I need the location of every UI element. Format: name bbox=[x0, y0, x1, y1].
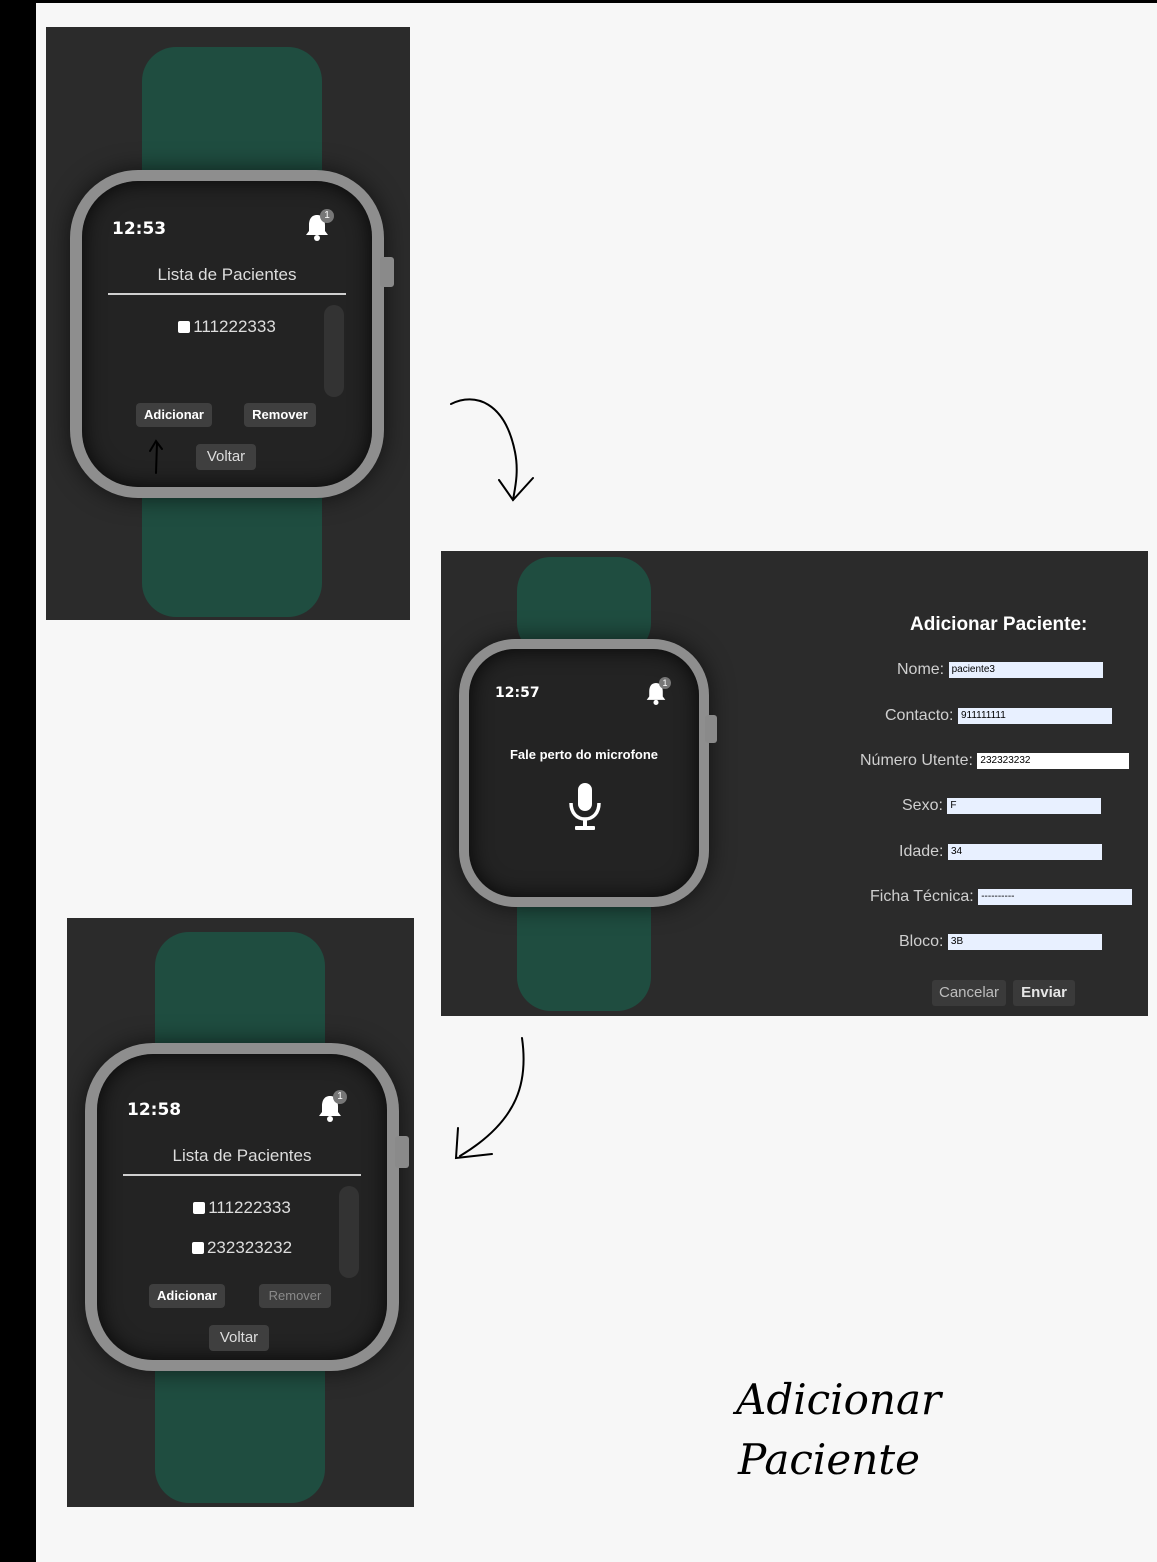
contact-field[interactable]: 911111111 bbox=[957, 707, 1112, 724]
notification-count-badge: 1 bbox=[333, 1090, 347, 1104]
block-field[interactable]: 3B bbox=[947, 933, 1102, 950]
notification-count-badge: 1 bbox=[659, 677, 671, 689]
title-divider bbox=[108, 293, 346, 295]
patient-list-item[interactable]: 232323232 bbox=[97, 1238, 387, 1258]
form-title: Adicionar Paciente: bbox=[910, 614, 1088, 635]
flow-arrow-icon bbox=[450, 398, 534, 502]
notification-bell[interactable]: 1 bbox=[317, 1090, 351, 1124]
watch-crown[interactable] bbox=[380, 257, 394, 287]
block-label: Bloco: bbox=[899, 933, 944, 950]
utente-number-field[interactable]: 232323232 bbox=[977, 752, 1130, 769]
notification-count-badge: 1 bbox=[320, 209, 334, 223]
utente-number-label: Número Utente: bbox=[860, 752, 973, 769]
remove-button[interactable]: Remover bbox=[259, 1284, 331, 1308]
age-label: Idade: bbox=[899, 843, 944, 860]
watch-panel-list-before: 12:53 1 Lista de Pacientes 111222333 Adi… bbox=[46, 27, 410, 620]
note-line-1: Adicionar bbox=[736, 1375, 942, 1424]
age-field[interactable]: 34 bbox=[947, 843, 1102, 860]
add-button[interactable]: Adicionar bbox=[149, 1284, 225, 1308]
patient-number: 111222333 bbox=[193, 317, 276, 336]
sex-field[interactable]: F bbox=[947, 797, 1102, 814]
handwritten-note: Adicionar Paciente bbox=[736, 1370, 1036, 1540]
patient-list-item[interactable]: 111222333 bbox=[97, 1198, 387, 1218]
name-label: Nome: bbox=[897, 661, 945, 678]
clock-time: 12:57 bbox=[495, 685, 540, 701]
title-divider bbox=[123, 1174, 361, 1176]
cancel-button[interactable]: Cancelar bbox=[932, 980, 1006, 1006]
back-button[interactable]: Voltar bbox=[209, 1325, 269, 1351]
back-button[interactable]: Voltar bbox=[196, 444, 256, 470]
watch-screen: 12:53 1 Lista de Pacientes 111222333 Adi… bbox=[82, 181, 372, 487]
list-title: Lista de Pacientes bbox=[172, 1146, 312, 1165]
add-button[interactable]: Adicionar bbox=[136, 403, 212, 427]
technical-sheet-row: Ficha Técnica: ---------- bbox=[870, 888, 1133, 906]
voice-prompt: Fale perto do microfone bbox=[509, 747, 659, 762]
sex-label: Sexo: bbox=[902, 797, 943, 814]
notification-bell[interactable]: 1 bbox=[645, 677, 675, 707]
submit-button[interactable]: Enviar bbox=[1013, 980, 1075, 1006]
patient-number: 111222333 bbox=[208, 1198, 291, 1217]
pointer-arrow-icon bbox=[149, 439, 163, 474]
name-row: Nome: paciente3 bbox=[897, 661, 1103, 679]
technical-sheet-label: Ficha Técnica: bbox=[870, 888, 974, 905]
utente-number-row: Número Utente: 232323232 bbox=[860, 752, 1130, 770]
age-row: Idade: 34 bbox=[899, 843, 1102, 861]
watch-screen: 12:58 1 Lista de Pacientes 111222333 232… bbox=[97, 1054, 387, 1360]
technical-sheet-field[interactable]: ---------- bbox=[978, 888, 1133, 905]
patient-checkbox[interactable] bbox=[178, 321, 191, 333]
top-border bbox=[0, 0, 1157, 3]
clock-time: 12:53 bbox=[112, 219, 167, 239]
block-row: Bloco: 3B bbox=[899, 933, 1102, 951]
clock-time: 12:58 bbox=[127, 1100, 182, 1120]
notification-bell[interactable]: 1 bbox=[304, 209, 338, 243]
microphone-icon[interactable] bbox=[567, 781, 603, 833]
flow-arrow-icon bbox=[454, 1037, 525, 1160]
watch-screen: 12:57 1 Fale perto do microfone bbox=[469, 649, 699, 897]
left-border bbox=[0, 0, 36, 1562]
note-line-2: Paciente bbox=[738, 1435, 921, 1484]
watch-crown[interactable] bbox=[705, 715, 717, 743]
remove-button[interactable]: Remover bbox=[244, 403, 316, 427]
name-field[interactable]: paciente3 bbox=[948, 661, 1103, 678]
patient-number: 232323232 bbox=[206, 1238, 293, 1257]
watch-panel-list-after: 12:58 1 Lista de Pacientes 111222333 232… bbox=[67, 918, 414, 1507]
patient-list-item[interactable]: 111222333 bbox=[82, 317, 372, 337]
contact-label: Contacto: bbox=[885, 707, 954, 724]
patient-checkbox[interactable] bbox=[193, 1202, 206, 1214]
patient-checkbox[interactable] bbox=[191, 1242, 204, 1254]
watch-crown[interactable] bbox=[395, 1136, 409, 1168]
sex-row: Sexo: F bbox=[902, 797, 1102, 815]
list-title: Lista de Pacientes bbox=[157, 265, 297, 284]
add-patient-panel: 12:57 1 Fale perto do microfone Adiciona… bbox=[441, 551, 1148, 1016]
contact-row: Contacto: 911111111 bbox=[885, 707, 1112, 725]
